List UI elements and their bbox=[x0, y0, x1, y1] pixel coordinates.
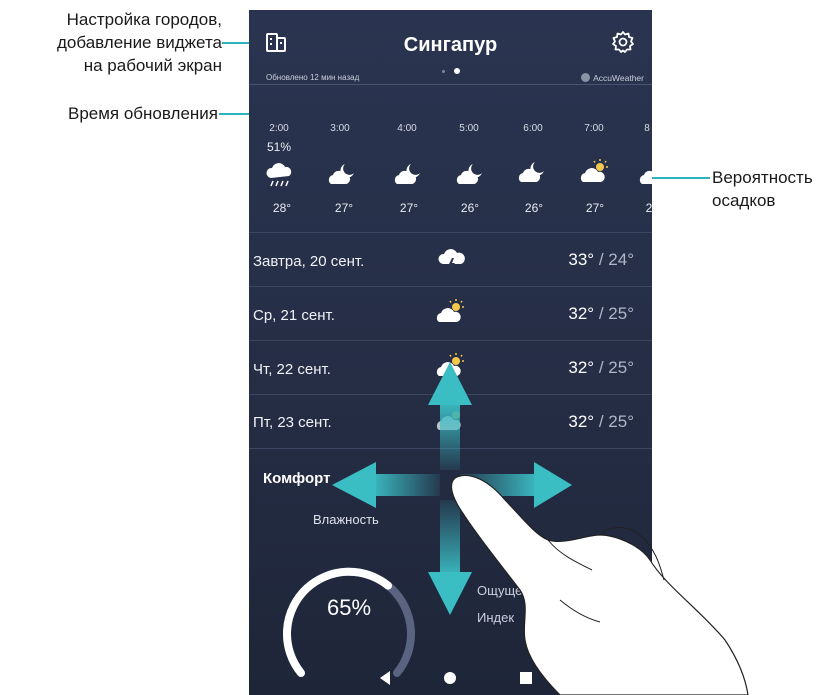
moon-cloud-icon bbox=[328, 164, 354, 184]
hour-temp: 2 bbox=[645, 201, 652, 215]
callout-line-1: Настройка городов, bbox=[66, 10, 222, 29]
callout-city-setup: Настройка городов, добавление виджета на… bbox=[0, 8, 222, 77]
hour-label: 8 bbox=[644, 123, 650, 134]
sun-cloud-icon bbox=[580, 159, 608, 182]
accuweather-icon bbox=[581, 73, 591, 82]
updated-time: Обновлено 12 мин назад bbox=[266, 73, 360, 82]
hour-temp: 27° bbox=[334, 201, 354, 215]
daily-hi: 32° bbox=[568, 412, 595, 431]
phone-screen: Сингапур Обновлено 12 мин назад AccuWeat… bbox=[249, 10, 652, 695]
daily-temps: 32° / 25° bbox=[568, 412, 634, 432]
moon-cloud-icon bbox=[394, 164, 420, 184]
divider bbox=[249, 394, 652, 395]
daily-temps: 32° / 25° bbox=[568, 304, 634, 324]
hour-temp: 28° bbox=[272, 201, 292, 215]
daily-lo: / 24° bbox=[594, 250, 634, 269]
humidity-value: 65% bbox=[327, 595, 372, 620]
daily-hi: 32° bbox=[568, 304, 595, 323]
divider bbox=[249, 232, 652, 233]
hour-temp: 26° bbox=[460, 201, 480, 215]
hour-temp: 26° bbox=[524, 201, 544, 215]
hour-label: 7:00 bbox=[584, 123, 604, 134]
sun-cloud-icon bbox=[436, 299, 464, 322]
daily-day: Чт, 22 сент. bbox=[253, 361, 331, 378]
sun-cloud-icon bbox=[436, 411, 461, 430]
sun-cloud-icon bbox=[436, 353, 464, 376]
daily-hi: 32° bbox=[568, 358, 595, 377]
page-dot-1 bbox=[442, 70, 445, 73]
thunderstorm-icon bbox=[438, 249, 465, 272]
divider bbox=[249, 448, 652, 449]
hour-label: 4:00 bbox=[397, 123, 417, 134]
daily-day: Ср, 21 сент. bbox=[253, 307, 335, 324]
hour-label: 5:00 bbox=[459, 123, 479, 134]
divider bbox=[249, 286, 652, 287]
moon-cloud-icon bbox=[518, 162, 544, 182]
daily-lo: / 25° bbox=[594, 304, 634, 323]
hour-label: 2:00 bbox=[269, 123, 289, 134]
daily-lo: / 25° bbox=[594, 358, 634, 377]
hour-temp: 27° bbox=[399, 201, 419, 215]
hour-label: 6:00 bbox=[523, 123, 543, 134]
daily-temps: 32° / 25° bbox=[568, 358, 634, 378]
page-dot-2 bbox=[454, 68, 460, 74]
callout-precip-line-1: Вероятность bbox=[712, 168, 813, 187]
provider-label: AccuWeather bbox=[581, 73, 644, 83]
feels-like-label: Ощущен bbox=[477, 583, 530, 598]
daily-day: Завтра, 20 сент. bbox=[253, 253, 365, 270]
rain-cloud-icon bbox=[266, 163, 292, 187]
header-divider bbox=[249, 84, 652, 85]
recent-square-icon[interactable] bbox=[520, 672, 532, 684]
back-triangle-icon[interactable] bbox=[378, 670, 392, 686]
daily-temps: 33° / 24° bbox=[568, 250, 634, 270]
callout-precip-line-2: осадков bbox=[712, 191, 776, 210]
daily-lo: / 25° bbox=[594, 412, 634, 431]
comfort-title: Комфорт bbox=[263, 470, 331, 487]
home-circle-icon[interactable] bbox=[443, 671, 457, 685]
hour-temp: 27° bbox=[585, 201, 605, 215]
callout-update-time-text: Время обновления bbox=[67, 104, 218, 123]
precip-probability: 51% bbox=[267, 140, 292, 154]
callout-update-time: Время обновления bbox=[0, 102, 218, 125]
page-title: Сингапур bbox=[403, 34, 498, 56]
daily-hi: 33° bbox=[568, 250, 595, 269]
daily-day: Пт, 23 сент. bbox=[253, 414, 332, 431]
divider bbox=[249, 340, 652, 341]
index-label: Индек bbox=[477, 610, 515, 625]
humidity-label: Влажность bbox=[313, 512, 379, 527]
gear-icon[interactable] bbox=[611, 30, 635, 54]
provider-name: AccuWeather bbox=[593, 73, 644, 83]
hour-label: 3:00 bbox=[330, 123, 350, 134]
moon-cloud-icon bbox=[456, 164, 482, 184]
callout-line-3: на рабочий экран bbox=[83, 56, 222, 75]
cloud-icon bbox=[639, 170, 652, 184]
callout-line-2: добавление виджета bbox=[56, 33, 222, 52]
callout-precipitation: Вероятность осадков bbox=[712, 166, 840, 212]
